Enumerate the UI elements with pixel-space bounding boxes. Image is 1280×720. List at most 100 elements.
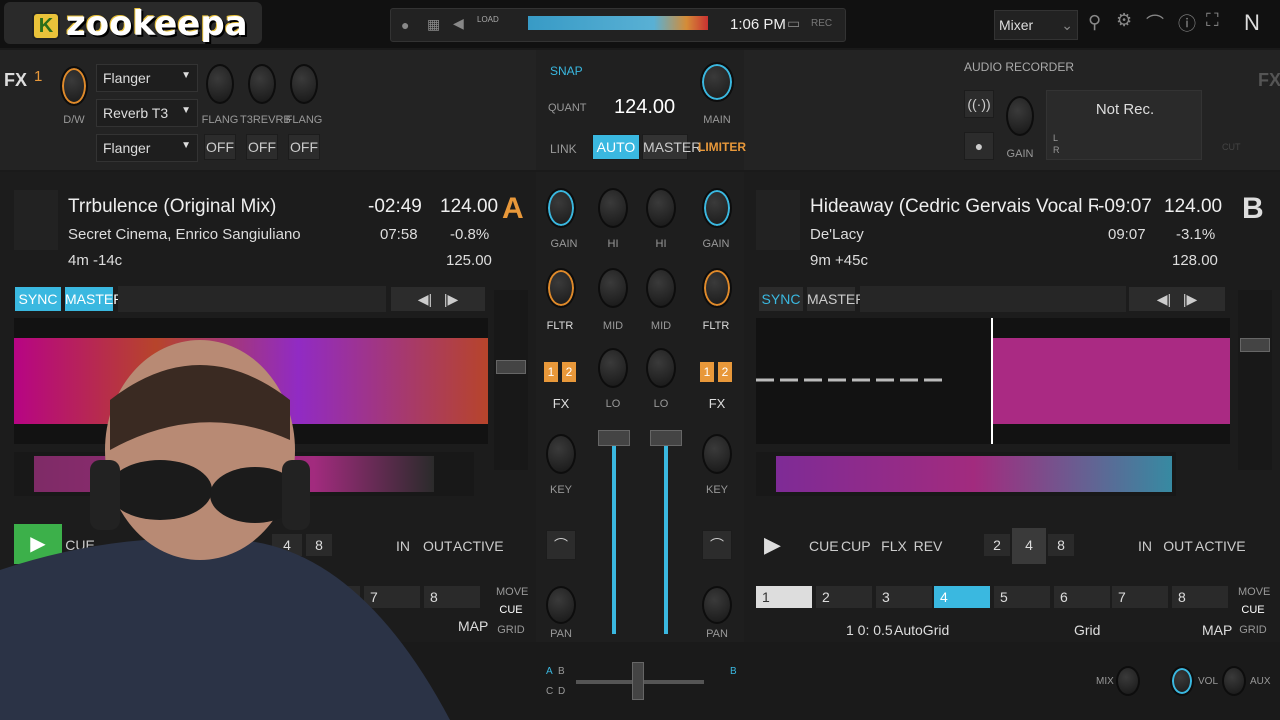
filter-b-label[interactable]: FLTR [696,320,736,332]
layout-select[interactable]: Mixer ⌄ [994,10,1078,40]
fx-slot-3-select[interactable]: Flanger ▼ [96,134,198,162]
rec-indicator[interactable]: REC [811,18,832,29]
deck-b-hotcue-2[interactable]: 2 [816,586,872,608]
deck-b-cue-button[interactable]: CUE [808,534,839,558]
mid-knob-a[interactable] [598,268,628,308]
deck-b-hotcue-3[interactable]: 3 [876,586,932,608]
deck-b-hotcue-1[interactable]: 1 [756,586,812,608]
fx-slot-1-select[interactable]: Flanger ▼ [96,64,198,92]
deck-b-play-button[interactable]: ▶ [764,532,781,558]
deck-b-master-button[interactable]: MASTER [806,286,865,312]
limiter-indicator[interactable]: LIMITER [698,140,746,154]
deck-b-cup-button[interactable]: CUP [840,534,871,558]
fx-knob-1[interactable] [206,64,234,104]
deck-b-hotcue-5[interactable]: 5 [994,586,1050,608]
lo-knob-a[interactable] [598,348,628,388]
crossfader-assign-c[interactable]: C [546,686,553,697]
deck-b-overview[interactable] [756,452,1176,496]
deck-a-tempo-handle[interactable] [496,360,526,374]
search-icon[interactable]: ⚲ [1088,12,1101,33]
fx-toggle-3[interactable]: OFF [288,134,320,160]
fullscreen-icon[interactable]: ⛶ [1206,10,1219,31]
fx-knob-2[interactable] [248,64,276,104]
record-button[interactable]: ● [964,132,994,160]
deck-b-loop-8[interactable]: 8 [1048,534,1074,556]
deck-b-map-button[interactable]: MAP [1202,622,1232,638]
cue-vol-knob[interactable] [1170,666,1194,696]
gain-knob-b[interactable] [702,188,732,228]
headphones-icon[interactable]: ⌒ [1146,10,1164,36]
fx-slot-2-select[interactable]: Reverb T3 ▼ [96,99,198,127]
deck-b-waveform[interactable] [756,318,1230,444]
deck-b-grid-select[interactable]: Grid [1074,622,1100,638]
record-dot-icon[interactable]: ● [401,17,409,33]
deck-b-reverse-button[interactable]: REV [912,534,944,558]
deck-b-move-grid[interactable]: GRID [1238,624,1268,636]
deck-a-move-cue[interactable]: CUE [496,604,526,616]
channel-b-volume-fader[interactable] [650,430,682,446]
deck-b-autogrid-button[interactable]: AutoGrid [894,622,949,638]
cue-mix-knob[interactable] [1116,666,1140,696]
deck-b-hotcue-6[interactable]: 6 [1054,586,1110,608]
main-volume-knob[interactable] [700,62,734,102]
filter-knob-a[interactable] [546,268,576,308]
deck-b-hotcue-4[interactable]: 4 [934,586,990,608]
recorder-gain-knob[interactable] [1006,96,1034,136]
deck-b-hotcue-7[interactable]: 7 [1112,586,1168,608]
pan-knob-a[interactable] [546,586,576,624]
deck-b-tempo-fader[interactable] [1238,290,1272,470]
gain-knob-a[interactable] [546,188,576,228]
fx-assign-2-a[interactable]: 2 [562,362,576,382]
cut-button[interactable]: CUT [1222,142,1241,152]
fx-toggle-2[interactable]: OFF [246,134,278,160]
deck-a-move-grid[interactable]: GRID [496,624,526,636]
auto-button[interactable]: AUTO [592,134,640,160]
fx-toggle-1[interactable]: OFF [204,134,236,160]
quant-toggle[interactable]: QUANT [548,102,587,114]
deck-b-sync-button[interactable]: SYNC [758,286,804,312]
fx-assign-1-a[interactable]: 1 [544,362,558,382]
filter-a-label[interactable]: FLTR [540,320,580,332]
deck-a-master-button[interactable]: MASTER [64,286,123,312]
fx-assign-2-b[interactable]: 2 [718,362,732,382]
broadcast-icon[interactable]: ((·)) [964,90,994,118]
aux-knob[interactable] [1222,666,1246,696]
dry-wet-knob[interactable] [60,66,88,106]
pan-knob-b[interactable] [702,586,732,624]
snap-toggle[interactable]: SNAP [550,64,583,78]
crossfader-assign-b[interactable]: B [730,666,737,677]
deck-a-beatjump[interactable]: ◀| |▶ [390,286,486,312]
deck-b-in-button[interactable]: IN [1130,534,1160,558]
mid-knob-b[interactable] [646,268,676,308]
info-icon[interactable]: ⓘ [1178,10,1196,36]
grid-icon[interactable]: ▦ [427,16,440,33]
key-knob-a[interactable] [546,434,576,474]
deck-b-move-cue[interactable]: CUE [1238,604,1268,616]
link-toggle[interactable]: LINK [550,142,577,156]
headphones-cue-a[interactable]: ⌒ [546,530,576,560]
fx-assign-1-b[interactable]: 1 [700,362,714,382]
hi-knob-b[interactable] [646,188,676,228]
deck-b-flux-button[interactable]: FLX [880,534,908,558]
deck-b-tempo-handle[interactable] [1240,338,1270,352]
deck-a-map-button[interactable]: MAP [458,618,488,634]
master-clock-button[interactable]: MASTER [642,134,701,160]
speaker-icon[interactable]: ◀ [453,15,464,32]
deck-a-sync-button[interactable]: SYNC [14,286,62,312]
key-knob-b[interactable] [702,434,732,474]
fx-knob-3[interactable] [290,64,318,104]
crossfader-assign-d[interactable]: D [558,686,565,697]
deck-a-tempo-fader[interactable] [494,290,528,470]
crossfader-assign-a[interactable]: A [546,666,553,677]
crossfader-handle[interactable] [632,662,644,700]
deck-b-loop-2[interactable]: 2 [984,534,1010,556]
deck-a-active-button[interactable]: ACTIVE [452,534,504,558]
deck-b-beatjump[interactable]: ◀| |▶ [1128,286,1226,312]
hi-knob-a[interactable] [598,188,628,228]
deck-b-hotcue-8[interactable]: 8 [1172,586,1228,608]
deck-b-beat-ruler[interactable] [860,286,1126,312]
deck-b-active-button[interactable]: ACTIVE [1194,534,1246,558]
headphones-cue-b[interactable]: ⌒ [702,530,732,560]
crossfader-assign-b-left[interactable]: B [558,666,565,677]
gear-icon[interactable]: ⚙ [1116,10,1132,31]
